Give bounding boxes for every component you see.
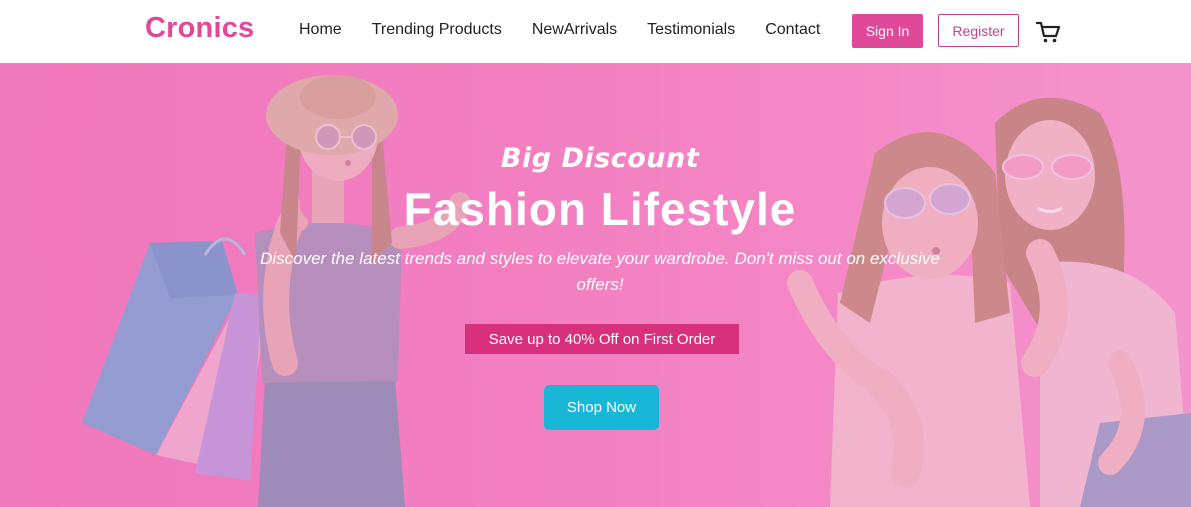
main-nav: Home Trending Products NewArrivals Testi… — [299, 21, 820, 39]
promo-badge: Save up to 40% Off on First Order — [465, 324, 739, 354]
nav-link-new-arrivals[interactable]: NewArrivals — [532, 21, 617, 39]
brand-logo[interactable]: Cronics — [145, 12, 254, 45]
cart-icon[interactable] — [1035, 19, 1061, 45]
nav-link-testimonials[interactable]: Testimonials — [647, 21, 735, 39]
navbar: Cronics Home Trending Products NewArriva… — [0, 0, 1191, 63]
nav-link-home[interactable]: Home — [299, 21, 342, 39]
hero-title: Fashion Lifestyle — [403, 183, 797, 235]
nav-link-contact[interactable]: Contact — [765, 21, 820, 39]
register-button[interactable]: Register — [938, 14, 1019, 47]
nav-link-trending-products[interactable]: Trending Products — [372, 21, 502, 39]
hero-subtitle: Big Discount — [500, 143, 700, 174]
shop-now-button[interactable]: Shop Now — [544, 385, 659, 430]
sign-in-button[interactable]: Sign In — [852, 14, 923, 48]
hero-banner: Big Discount Fashion Lifestyle Discover … — [0, 63, 1191, 507]
hero-content: Big Discount Fashion Lifestyle Discover … — [250, 63, 950, 507]
hero-description: Discover the latest trends and styles to… — [260, 249, 940, 294]
